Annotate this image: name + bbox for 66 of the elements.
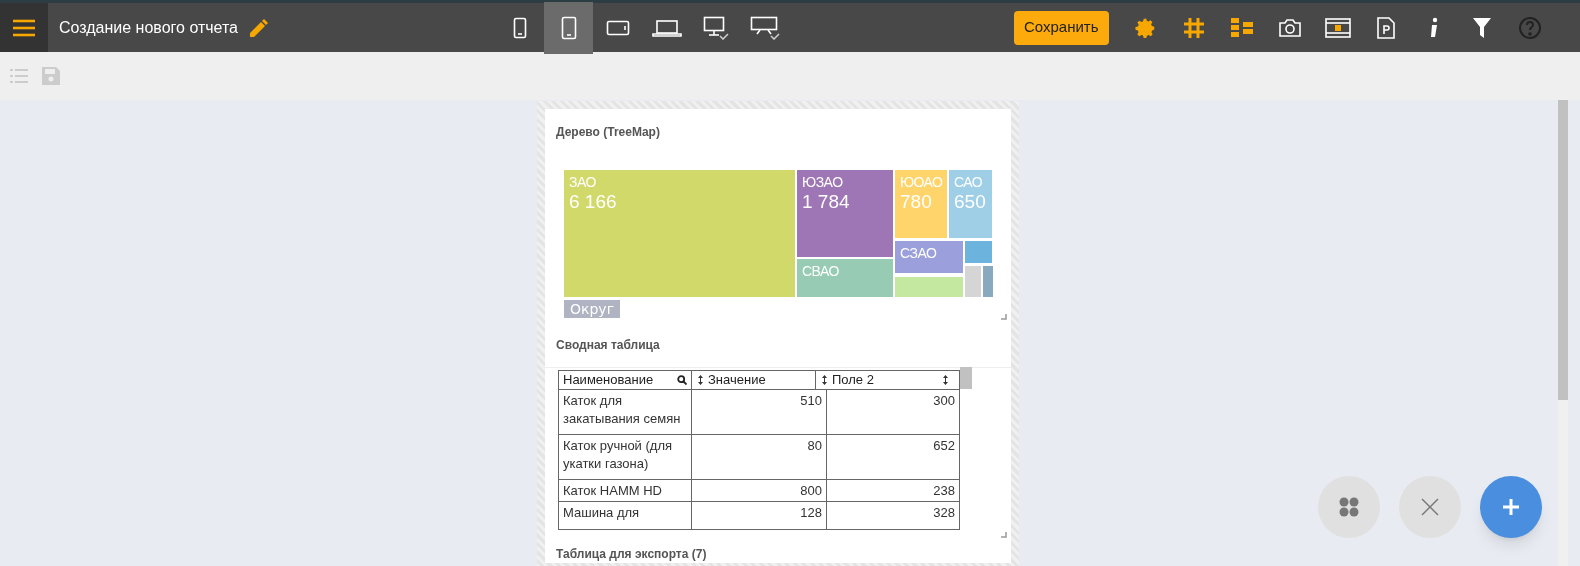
table-cell: 128 <box>692 502 827 529</box>
table-cell: 800 <box>692 480 827 501</box>
column-title: Поле 2 <box>832 371 875 390</box>
tile-label: СЗАО <box>900 245 937 261</box>
grid-icon <box>1182 16 1205 39</box>
monitor-icon <box>749 15 780 40</box>
hierarchy-icon <box>1230 17 1253 38</box>
report-title: Создание нового отчета <box>59 17 238 38</box>
table-cell: 510 <box>692 390 827 434</box>
table-cell: Каток для закатывания семян <box>559 390 692 434</box>
tile-label: СВАО <box>802 263 839 279</box>
tile-value: 780 <box>900 190 933 214</box>
filter-icon <box>1472 17 1491 38</box>
table-cell: 80 <box>692 435 827 479</box>
tile-label: ЮЗАО <box>802 174 843 190</box>
sort-icon <box>943 375 948 385</box>
column-header[interactable]: Значение <box>692 371 816 389</box>
menu-button[interactable] <box>0 3 48 52</box>
tile-label: ЗАО <box>569 174 596 190</box>
film-icon <box>1324 17 1351 38</box>
resize-handle[interactable] <box>1001 532 1007 538</box>
table-cell-text: 238 <box>932 482 956 500</box>
scrollbar-thumb[interactable] <box>1558 100 1568 400</box>
phone-icon <box>512 16 527 39</box>
column-header[interactable]: Наименование <box>559 371 692 389</box>
table-cell-text: 300 <box>932 392 956 410</box>
add-button[interactable] <box>1480 476 1542 538</box>
column-title: Значение <box>708 371 766 390</box>
table-cell: Каток HAMM HD <box>559 480 692 501</box>
gear-icon <box>1134 16 1157 39</box>
sort-icon <box>822 375 827 385</box>
table-cell-text: 328 <box>932 504 956 522</box>
plus-icon <box>1503 499 1519 515</box>
monitor-icon <box>702 15 729 40</box>
resize-handle[interactable] <box>1001 314 1007 320</box>
tile-label: САО <box>954 174 983 190</box>
camera-icon <box>1277 17 1302 38</box>
table-cell: Каток ручной (для укатки газона) <box>559 435 692 479</box>
table-cell: Машина для <box>559 502 692 529</box>
device-button[interactable] <box>544 1 593 54</box>
tile-value: 6 166 <box>569 190 618 214</box>
laptop-icon <box>651 18 682 37</box>
menu-icon <box>13 18 35 37</box>
close-icon <box>1421 498 1439 516</box>
widget-title: Сводная таблица <box>545 324 1011 368</box>
widget-title: Дерево (TreeMap) <box>556 124 661 141</box>
legend-label: Округ <box>564 300 620 318</box>
tablet-icon <box>605 19 630 36</box>
widget-title: Таблица для экспорта (7) <box>555 546 708 563</box>
tablet-icon <box>560 15 577 40</box>
edit-title-button[interactable] <box>250 18 268 37</box>
sort-icon <box>698 375 703 385</box>
dots-icon <box>1339 497 1359 517</box>
pencil-icon <box>250 18 268 37</box>
help-icon <box>1517 15 1542 40</box>
tile-value: 1 784 <box>802 190 851 214</box>
column-title: Наименование <box>563 371 654 390</box>
info-icon <box>1428 16 1439 39</box>
document-icon <box>1376 16 1395 39</box>
column-header[interactable]: Поле 2 <box>816 371 959 389</box>
save-button[interactable]: Сохранить <box>1014 10 1109 45</box>
tile-label: ЮОАО <box>900 174 943 190</box>
tile-value: 650 <box>954 190 987 214</box>
search-icon <box>677 375 687 385</box>
scrollbar-thumb[interactable] <box>960 367 972 389</box>
table-cell-text: 652 <box>932 437 956 455</box>
